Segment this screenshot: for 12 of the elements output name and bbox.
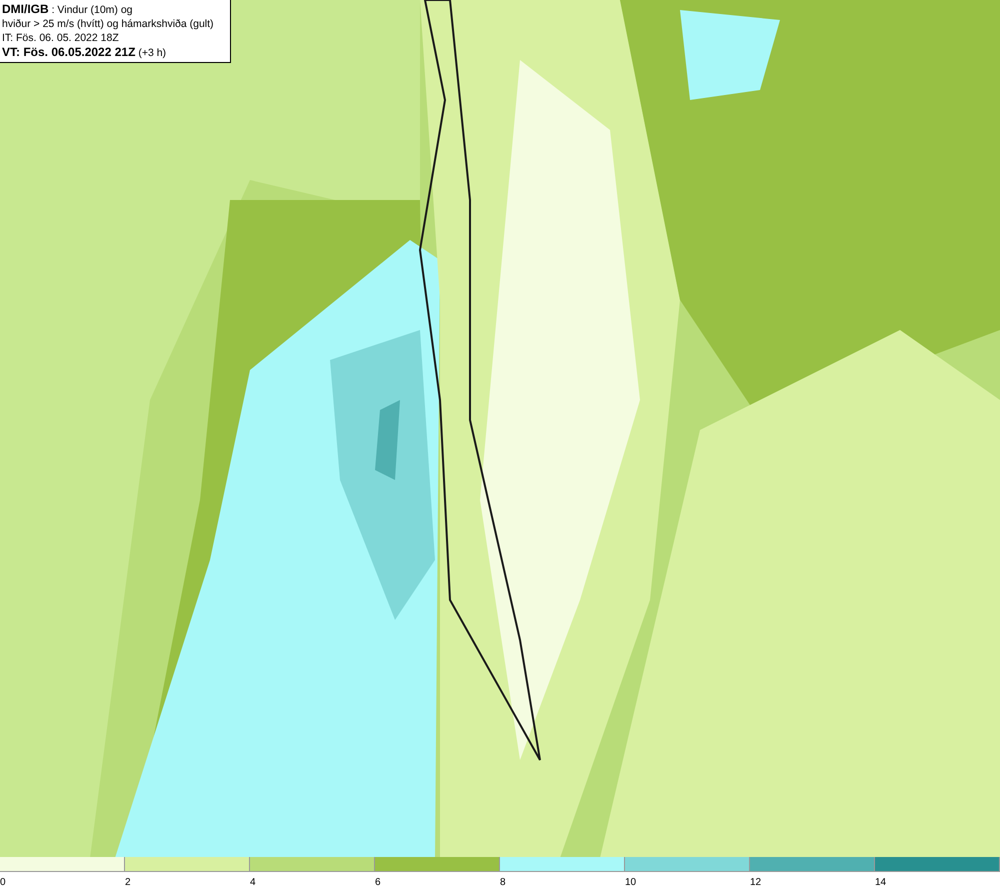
legend-label: 2	[125, 877, 131, 887]
legend-label: 12	[750, 877, 762, 887]
legend-label: 0	[0, 877, 6, 887]
legend-label: 4	[250, 877, 256, 887]
info-text: VT: Fös. 06.05.2022 21Z (+3 h)	[2, 45, 168, 60]
info-text: hviður > 25 m/s (hvítt) og hámarkshviða (gult)	[2, 17, 215, 31]
info-text: IT: Fös. 06. 05. 2022 18Z	[2, 31, 120, 45]
info-text: DMI/IGB : Vindur (10m) og	[2, 2, 134, 17]
legend-label: 6	[375, 877, 381, 887]
legend-label: 8	[500, 877, 506, 887]
legend-label: 10	[625, 877, 636, 887]
legend-label: 14	[875, 877, 886, 887]
